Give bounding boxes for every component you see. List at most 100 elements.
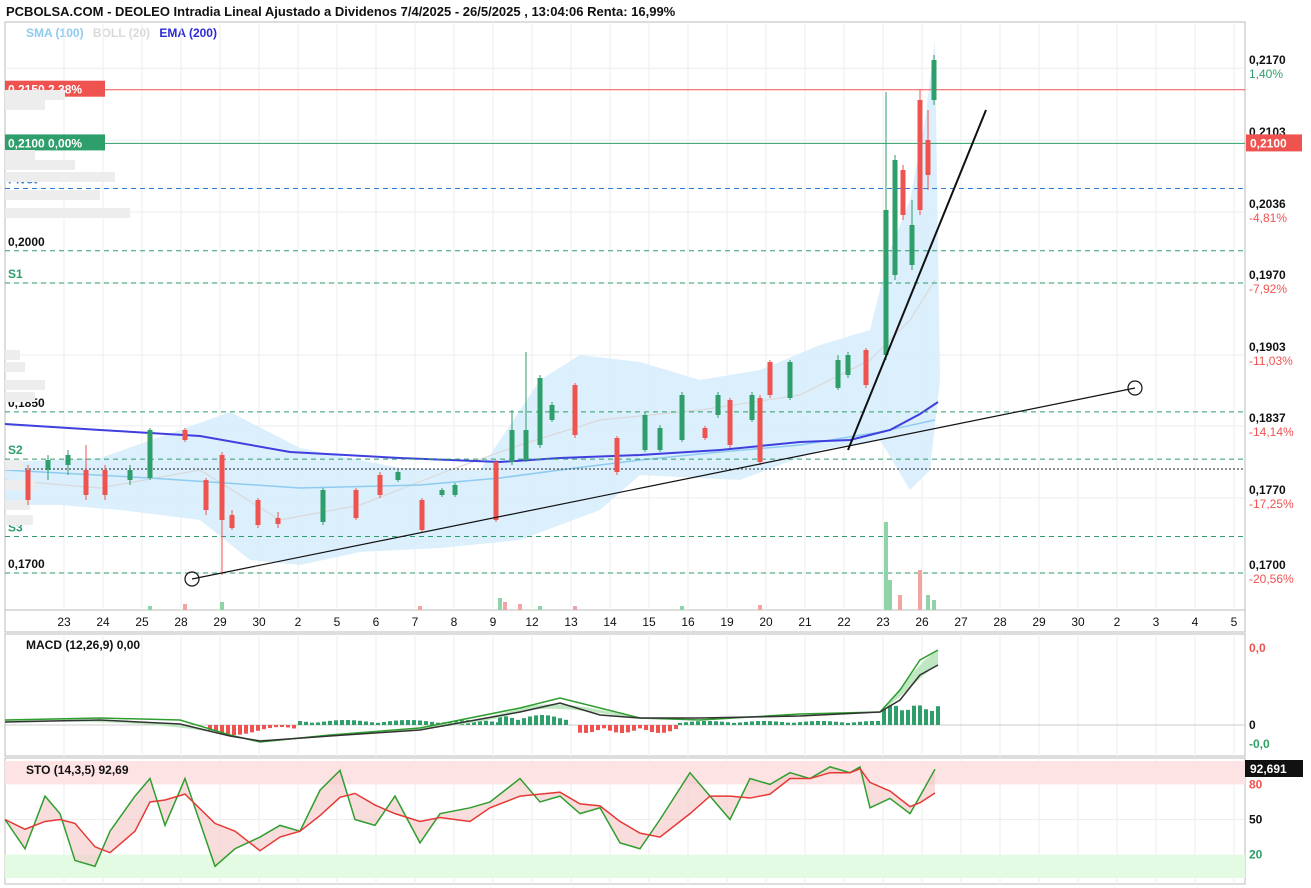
candle-body [835,360,841,388]
x-tick-label: 23 [876,615,890,629]
candle-body [219,455,225,520]
macd-histogram-bar [894,705,898,725]
candle-body [787,362,793,398]
volume-profile-bar [5,190,100,200]
macd-histogram-bar [424,721,428,725]
macd-histogram-bar [430,721,434,725]
candle-body [83,470,89,495]
macd-histogram-bar [750,721,754,725]
macd-histogram-bar [578,725,582,733]
macd-histogram-bar [762,721,766,725]
candle-body [320,490,326,522]
volume-bar [538,606,542,610]
macd-histogram-bar [596,725,600,731]
macd-histogram-bar [394,720,398,725]
macd-histogram-bar [840,722,844,725]
candle-body [493,462,499,520]
macd-histogram-bar [268,725,272,728]
macd-histogram-bar [792,722,796,725]
macd-histogram-bar [370,722,374,725]
macd-histogram-bar [768,721,772,725]
macd-histogram-bar [322,721,326,725]
macd-histogram-bar [936,706,940,725]
macd-histogram-bar [906,709,910,725]
macd-histogram-bar [774,721,778,725]
macd-histogram-bar [316,722,320,725]
candle-body [127,470,133,480]
candle-body [749,395,755,420]
macd-histogram-bar [590,725,594,733]
macd-histogram-bar [924,709,928,725]
volume-profile-bar [5,208,130,218]
candle-body [863,350,869,385]
macd-histogram-bar [632,725,636,731]
sto-tick: 50 [1249,813,1263,827]
volume-profile-bar [5,172,115,182]
y-tick-label: 0,1700 [1249,558,1286,572]
candle-body [452,485,458,495]
macd-histogram-bar [400,720,404,725]
macd-histogram-bar [638,725,642,729]
price-level-label: 0,2000 [8,235,45,249]
volume-profile-bar [5,350,20,360]
macd-histogram-bar [858,721,862,725]
x-tick-label: 24 [96,615,110,629]
macd-histogram-bar [864,721,868,725]
macd-histogram-bar [552,716,556,725]
x-tick-label: 5 [334,615,341,629]
candle-body [377,475,383,495]
volume-bar [884,522,888,610]
candle-body [353,490,359,518]
candle-body [523,430,529,460]
y-tick-label: 0,1903 [1249,340,1286,354]
macd-histogram-bar [714,721,718,725]
volume-bar [148,606,152,610]
candle-body [572,385,578,435]
macd-histogram-bar [822,721,826,725]
x-tick-label: 6 [373,615,380,629]
price-level-label: S1 [8,267,23,281]
macd-histogram-bar [900,710,904,725]
x-tick-label: 14 [603,615,617,629]
volume-profile-bar [5,460,23,470]
macd-histogram-bar [644,725,648,731]
x-tick-label: 29 [1032,615,1046,629]
macd-histogram-bar [376,722,380,725]
y-tick-label: 0,1770 [1249,483,1286,497]
candle-body [275,518,281,524]
candle-body [439,490,445,495]
macd-histogram-bar [608,725,612,731]
candle-body [102,470,108,495]
macd-fill [5,650,938,741]
price-chart[interactable]: 23 24 25 28 29 30 2 5 6 7 8 9 12 13 14 15 16 19 20 21 22 23 26… [0,0,1311,888]
macd-histogram-bar [650,725,654,732]
x-tick-label: 25 [135,615,149,629]
macd-histogram-bar [310,722,314,725]
volume-bar [888,580,892,610]
x-tick-label: 23 [57,615,71,629]
macd-histogram-bar [298,721,302,725]
candle-body [255,500,261,525]
macd-histogram-bar [304,721,308,725]
candle-body [509,430,515,462]
x-tick-label: 13 [564,615,578,629]
macd-histogram-bar [834,721,838,725]
volume-bar [680,606,684,610]
volume-profile-bar [5,392,35,402]
sto-overbought-zone [5,761,1245,785]
macd-histogram-bar [602,725,606,729]
macd-histogram-bar [334,720,338,725]
macd-histogram-bar [546,715,550,725]
x-tick-label: 9 [490,615,497,629]
volume-profile-bar [5,500,30,510]
macd-histogram-bar [656,725,660,733]
candle-body [537,378,543,445]
candle-body [642,415,648,450]
volume-bar [418,606,422,610]
macd-histogram-bar [870,721,874,725]
x-tick-label: 5 [1231,615,1238,629]
macd-histogram-bar [744,721,748,725]
volume-bar [932,600,936,610]
candle-body [657,428,663,450]
macd-histogram-bar [720,721,724,725]
